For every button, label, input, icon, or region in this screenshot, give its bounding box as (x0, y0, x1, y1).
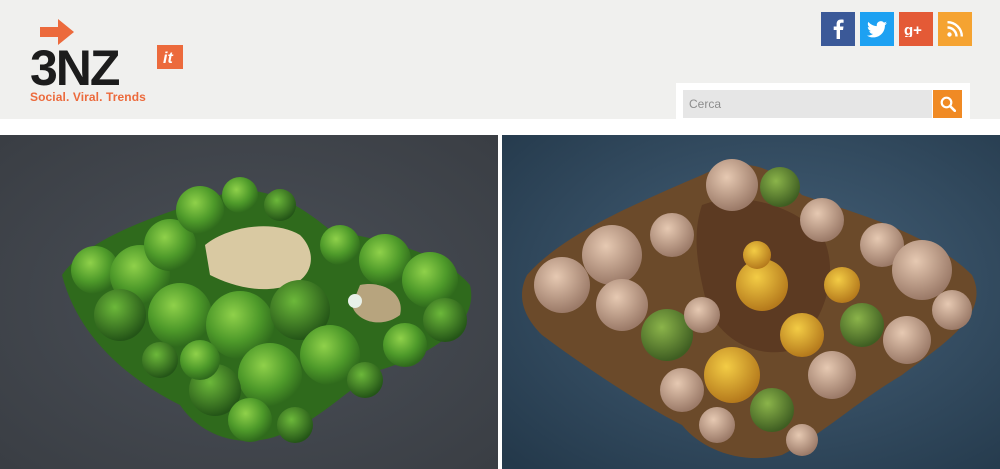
google-plus-icon: g+ (904, 22, 922, 37)
search-button[interactable] (933, 90, 962, 118)
search-bar (676, 83, 970, 123)
twitter-icon (867, 20, 887, 37)
twitter-button[interactable] (860, 12, 894, 46)
svg-text:g+: g+ (904, 22, 922, 37)
logo-text: 3NZ (30, 40, 120, 95)
photo-autumn-island (502, 135, 1000, 469)
logo-badge: it (163, 50, 173, 67)
site-header: 3NZ it Social. Viral. Trends g+ (0, 0, 1000, 123)
facebook-icon (833, 19, 844, 39)
facebook-button[interactable] (821, 12, 855, 46)
google-plus-button[interactable]: g+ (899, 12, 933, 46)
site-tagline: Social. Viral. Trends (30, 90, 146, 104)
header-divider (0, 119, 1000, 135)
search-icon (940, 96, 956, 112)
logo-graphic: 3NZ it (30, 19, 183, 95)
rss-icon (947, 21, 963, 37)
photo-green-island (0, 135, 498, 469)
search-input[interactable] (683, 90, 932, 118)
rss-button[interactable] (938, 12, 972, 46)
